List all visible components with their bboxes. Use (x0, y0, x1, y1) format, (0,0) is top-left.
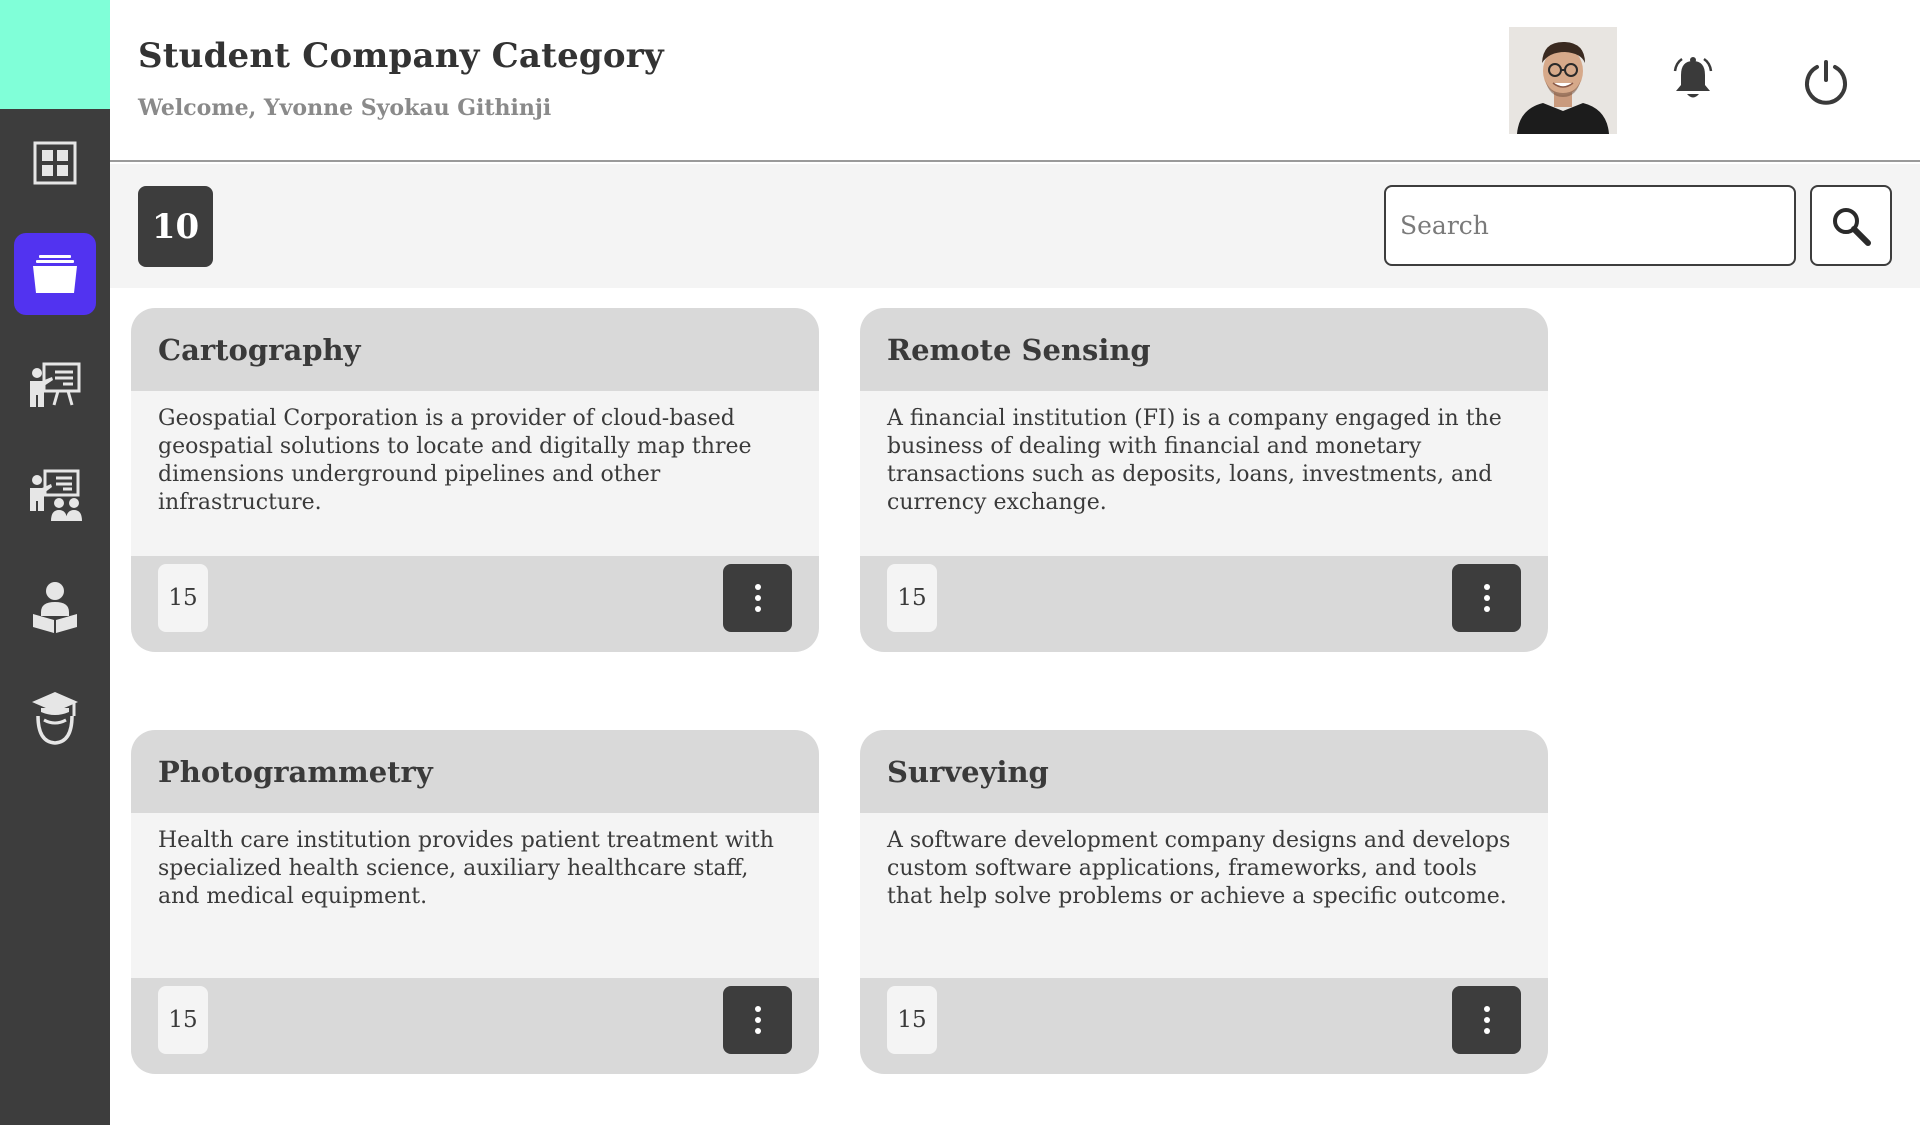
card-header: Photogrammetry (131, 730, 819, 813)
graduate-icon (32, 692, 78, 745)
more-vertical-icon (754, 1006, 761, 1034)
card-count: 15 (158, 986, 208, 1054)
card-header: Cartography (131, 308, 819, 391)
logo-block (0, 0, 110, 109)
category-card: Surveying A software development company… (860, 730, 1548, 1074)
category-card: Cartography Geospatial Corporation is a … (131, 308, 819, 652)
more-vertical-icon (754, 584, 761, 612)
avatar[interactable] (1509, 27, 1617, 134)
search-input[interactable] (1384, 185, 1796, 266)
nav-lecturers[interactable] (14, 344, 96, 426)
nav-dashboard[interactable] (14, 122, 96, 204)
folder-icon (33, 255, 77, 293)
total-count-badge: 10 (138, 186, 213, 267)
welcome-text: Welcome, Yvonne Syokau Githinji (138, 95, 552, 121)
nav-graduates[interactable] (14, 677, 96, 759)
notifications-button[interactable] (1661, 52, 1725, 108)
card-title: Cartography (158, 332, 361, 367)
card-description: Health care institution provides patient… (131, 813, 819, 978)
user-photo (1509, 27, 1617, 134)
category-card: Photogrammetry Health care institution p… (131, 730, 819, 1074)
card-description: A financial institution (FI) is a compan… (860, 391, 1548, 556)
card-menu-button[interactable] (723, 564, 792, 632)
nav-classes[interactable] (14, 455, 96, 537)
top-header: Student Company Category Welcome, Yvonne… (110, 0, 1920, 162)
teacher-board-icon (30, 362, 81, 407)
card-description: A software development company designs a… (860, 813, 1548, 978)
sidebar (0, 0, 110, 1125)
nav-students[interactable] (14, 566, 96, 648)
toolbar: 10 (110, 164, 1920, 288)
more-vertical-icon (1483, 584, 1490, 612)
card-title: Surveying (887, 754, 1049, 789)
card-count: 15 (158, 564, 208, 632)
card-footer: 15 (860, 978, 1548, 1074)
card-footer: 15 (860, 556, 1548, 652)
student-reading-icon (33, 582, 77, 633)
card-title: Remote Sensing (887, 332, 1151, 367)
category-card: Remote Sensing A financial institution (… (860, 308, 1548, 652)
card-footer: 15 (131, 978, 819, 1074)
card-footer: 15 (131, 556, 819, 652)
search-button[interactable] (1810, 185, 1892, 266)
card-header: Surveying (860, 730, 1548, 813)
bell-icon (1673, 57, 1713, 98)
classroom-icon (30, 469, 82, 521)
logout-button[interactable] (1794, 52, 1858, 112)
card-header: Remote Sensing (860, 308, 1548, 391)
card-menu-button[interactable] (1452, 986, 1521, 1054)
card-count: 15 (887, 564, 937, 632)
power-icon (1805, 60, 1847, 105)
card-menu-button[interactable] (1452, 564, 1521, 632)
dashboard-icon (33, 141, 77, 185)
more-vertical-icon (1483, 1006, 1490, 1034)
card-description: Geospatial Corporation is a provider of … (131, 391, 819, 556)
card-menu-button[interactable] (723, 986, 792, 1054)
page-title: Student Company Category (138, 36, 664, 76)
search-icon (1833, 207, 1871, 246)
card-title: Photogrammetry (158, 754, 433, 789)
nav-company-category[interactable] (14, 233, 96, 315)
card-count: 15 (887, 986, 937, 1054)
